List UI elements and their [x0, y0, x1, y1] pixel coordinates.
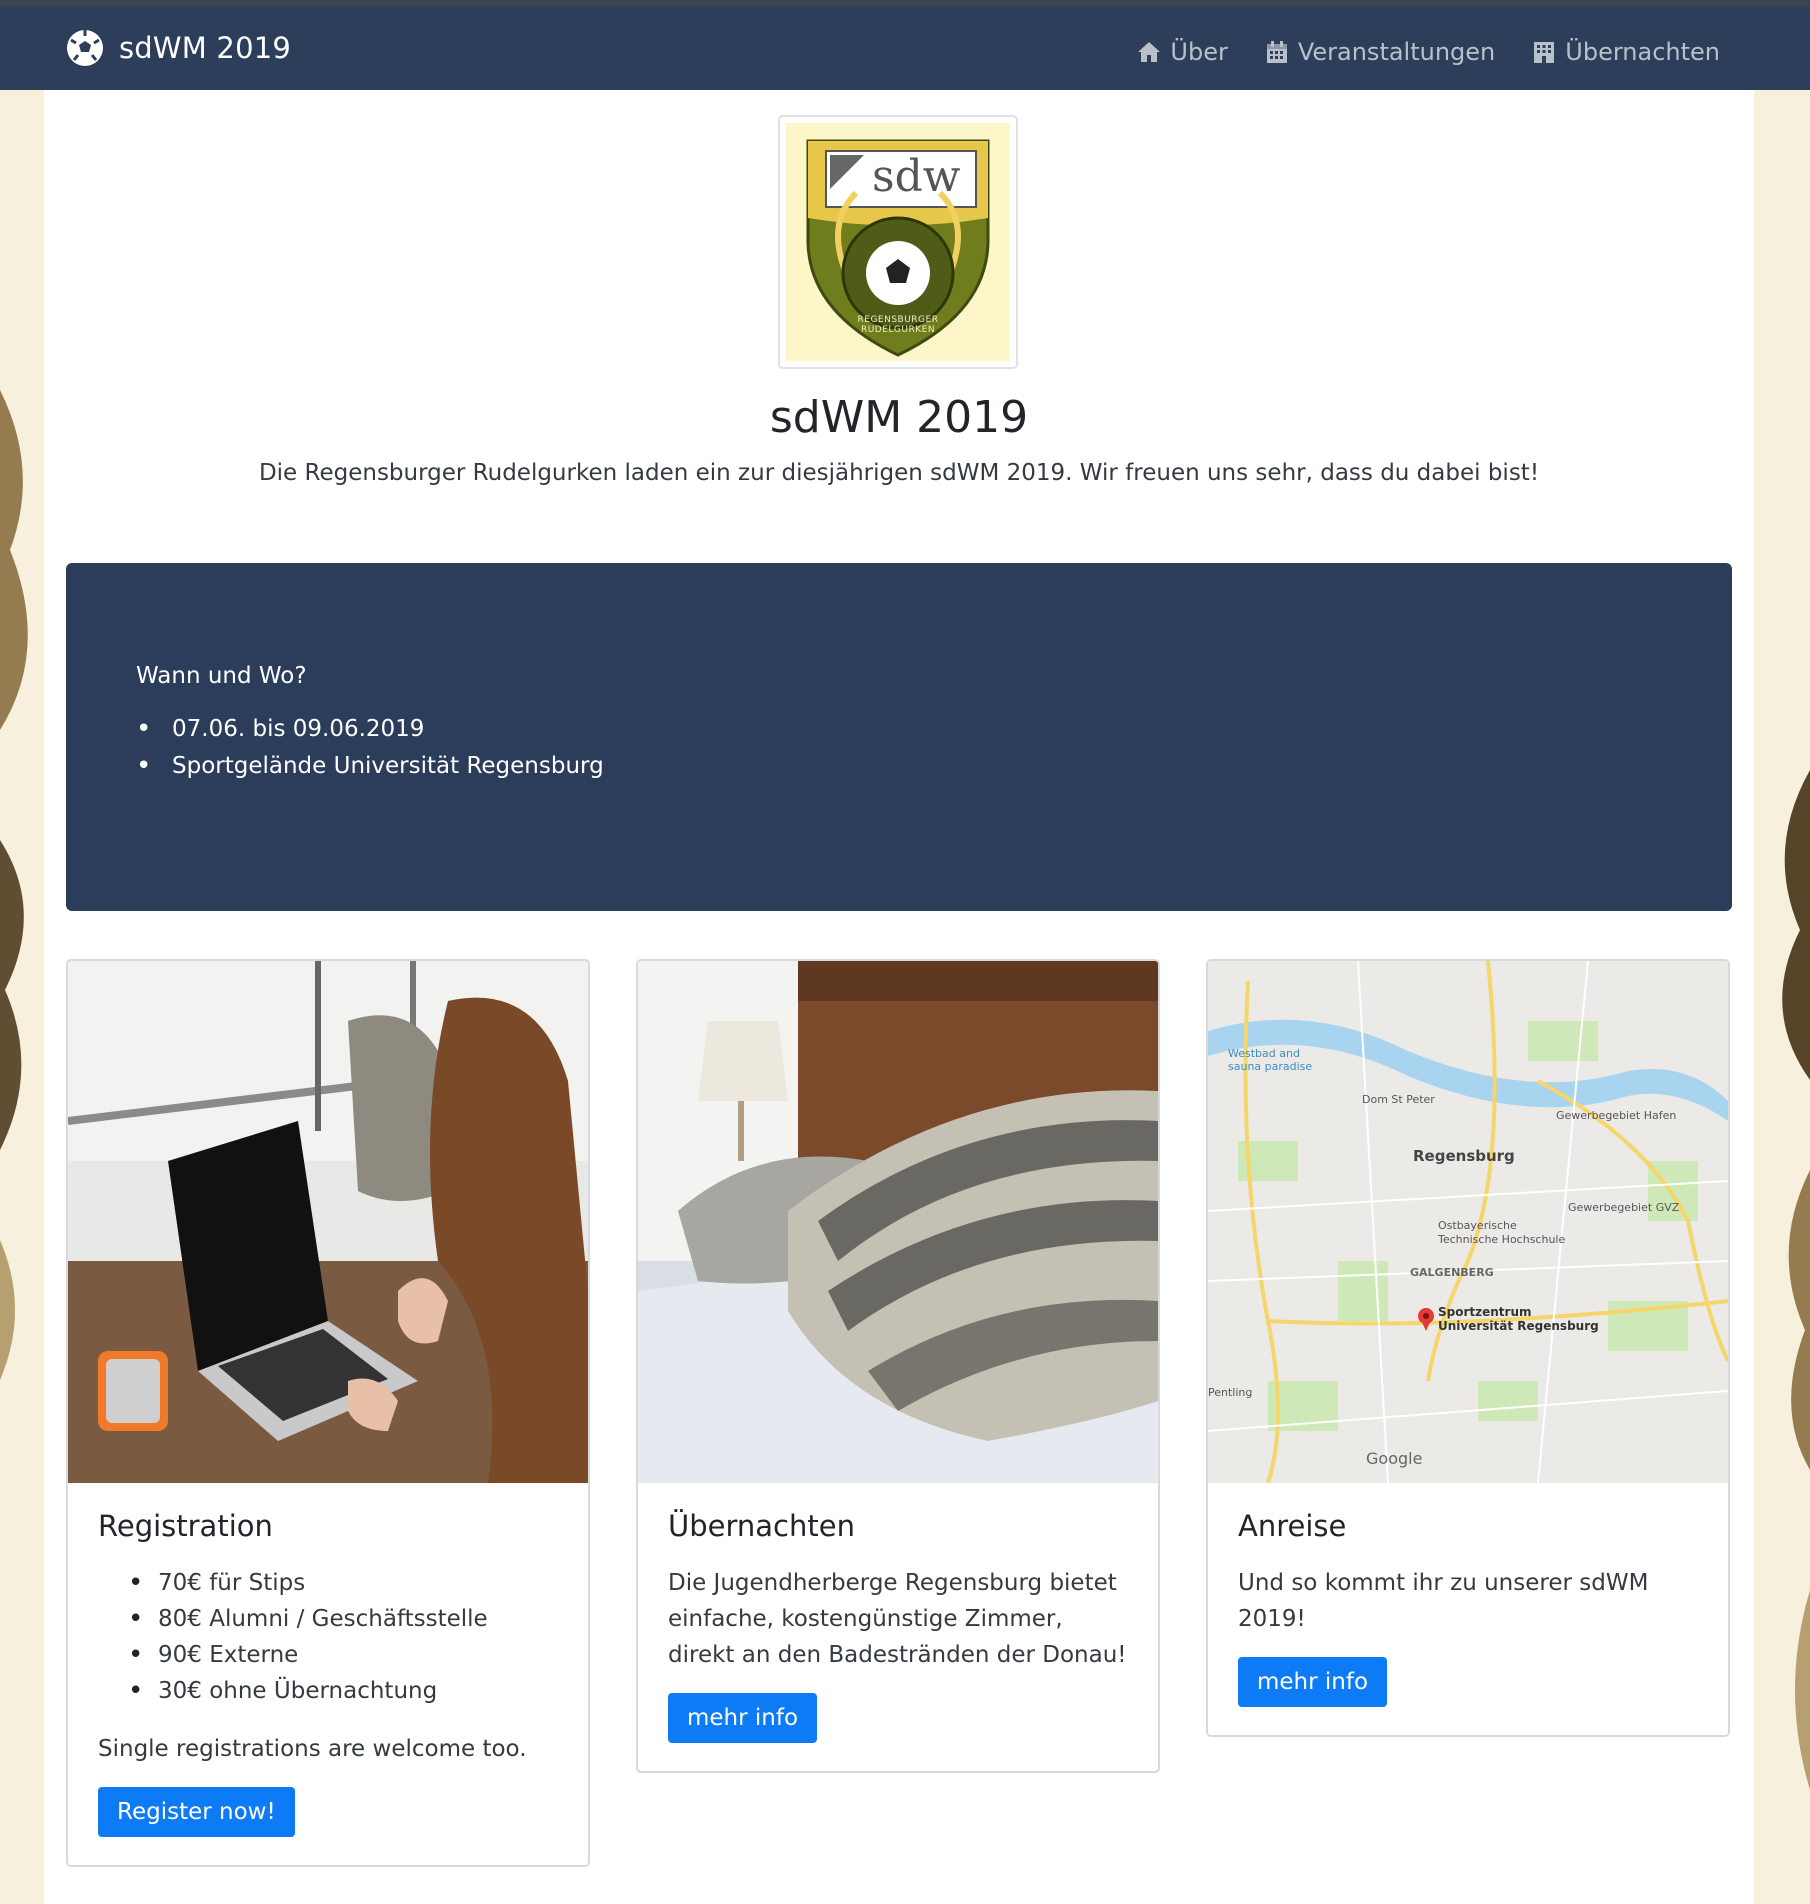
- travel-text: Und so kommt ihr zu unserer sdWM 2019!: [1238, 1570, 1649, 1632]
- travel-card-body: Anreise Und so kommt ihr zu unserer sdWM…: [1208, 1483, 1728, 1735]
- price-item: 70€ für Stips: [128, 1565, 558, 1601]
- map-label-oth-b: Technische Hochschule: [1438, 1233, 1566, 1246]
- price-item: 30€ ohne Übernachtung: [128, 1673, 558, 1709]
- map-label-district: GALGENBERG: [1410, 1266, 1494, 1279]
- card-title: Übernachten: [668, 1509, 855, 1543]
- map-label-town: Pentling: [1208, 1386, 1253, 1399]
- building-icon: [1534, 42, 1555, 63]
- map-label-oth: Ostbayerische: [1438, 1219, 1517, 1232]
- home-icon: [1138, 42, 1161, 62]
- nav-link-ueber[interactable]: Über: [1136, 38, 1228, 66]
- travel-more-info-button[interactable]: mehr info: [1238, 1657, 1388, 1707]
- crest-background: sdw REGENSBURGER RUDELGURKEN: [786, 123, 1010, 361]
- map-label-westbad-b: sauna paradise: [1228, 1060, 1313, 1073]
- accommodation-card-body: Übernachten Die Jugendherberge Regensbur…: [638, 1483, 1158, 1771]
- map-image[interactable]: Regensburg Dom St Peter Ostbayerische Te…: [1208, 961, 1728, 1483]
- accommodation-text: Die Jugendherberge Regensburg bietet ein…: [668, 1570, 1127, 1668]
- accommodation-card: Übernachten Die Jugendherberge Regensbur…: [636, 959, 1160, 1773]
- map-label-dom: Dom St Peter: [1362, 1093, 1435, 1106]
- nav-link-label: Veranstaltungen: [1297, 38, 1496, 66]
- registration-note: Single registrations are welcome too.: [98, 1736, 527, 1762]
- nav-link-label: Übernachten: [1565, 38, 1720, 66]
- nav-link-veranstaltungen[interactable]: Veranstaltungen: [1264, 38, 1495, 66]
- nav-link-label: Über: [1170, 38, 1228, 66]
- price-item: 80€ Alumni / Geschäftsstelle: [128, 1601, 558, 1637]
- brand-title: sdWM 2019: [119, 31, 292, 65]
- event-location: Sportgelände Universität Regensburg: [136, 748, 604, 785]
- card-title: Registration: [98, 1509, 273, 1543]
- nav-links: Über Veranstaltungen Übernachten: [1136, 38, 1720, 66]
- accommodation-more-info-button[interactable]: mehr info: [668, 1693, 818, 1743]
- top-navbar: sdWM 2019 Über Veranstaltungen Übernacht…: [0, 0, 1810, 90]
- map-provider-logo: Google: [1366, 1449, 1423, 1468]
- intro-text: Die Regensburger Rudelgurken laden ein z…: [258, 460, 1540, 486]
- page-title: sdWM 2019: [769, 392, 1029, 443]
- map-label-westbad: Westbad and: [1228, 1047, 1300, 1060]
- jumbotron-title: Wann und Wo?: [136, 663, 307, 689]
- crest-text: sdw: [872, 151, 961, 202]
- map-label-hafen: Gewerbegebiet Hafen: [1556, 1109, 1677, 1122]
- main-container: sdw REGENSBURGER RUDELGURKEN sdWM 2019 D…: [44, 90, 1754, 1904]
- map-label-gvz: Gewerbegebiet GVZ: [1568, 1201, 1680, 1214]
- registration-card: Registration 70€ für Stips 80€ Alumni / …: [66, 959, 590, 1867]
- background-pattern-right: [1750, 90, 1810, 1904]
- bed-pillow-photo: [638, 961, 1158, 1483]
- soccer-ball-icon: [67, 30, 103, 66]
- calendar-icon: [1266, 41, 1287, 63]
- registration-card-body: Registration 70€ für Stips 80€ Alumni / …: [68, 1483, 588, 1865]
- register-button[interactable]: Register now!: [98, 1787, 295, 1837]
- travel-card: Regensburg Dom St Peter Ostbayerische Te…: [1206, 959, 1730, 1737]
- event-date: 07.06. bis 09.06.2019: [136, 711, 604, 748]
- price-list: 70€ für Stips 80€ Alumni / Geschäftsstel…: [128, 1565, 558, 1709]
- event-details-list: 07.06. bis 09.06.2019 Sportgelände Unive…: [136, 711, 604, 785]
- card-title: Anreise: [1238, 1509, 1347, 1543]
- crest-logo: sdw REGENSBURGER RUDELGURKEN: [778, 115, 1018, 369]
- nav-link-uebernachten[interactable]: Übernachten: [1531, 38, 1720, 66]
- crest-ring-text: REGENSBURGER RUDELGURKEN: [857, 315, 939, 335]
- map-label-city: Regensburg: [1413, 1147, 1515, 1165]
- navbar-brand[interactable]: sdWM 2019: [65, 28, 291, 68]
- event-info-jumbotron: Wann und Wo? 07.06. bis 09.06.2019 Sport…: [66, 563, 1732, 911]
- laptop-woman-photo: [68, 961, 588, 1483]
- price-item: 90€ Externe: [128, 1637, 558, 1673]
- map-label-pin-2: Universität Regensburg: [1438, 1319, 1599, 1333]
- map-label-pin-1: Sportzentrum: [1438, 1305, 1532, 1319]
